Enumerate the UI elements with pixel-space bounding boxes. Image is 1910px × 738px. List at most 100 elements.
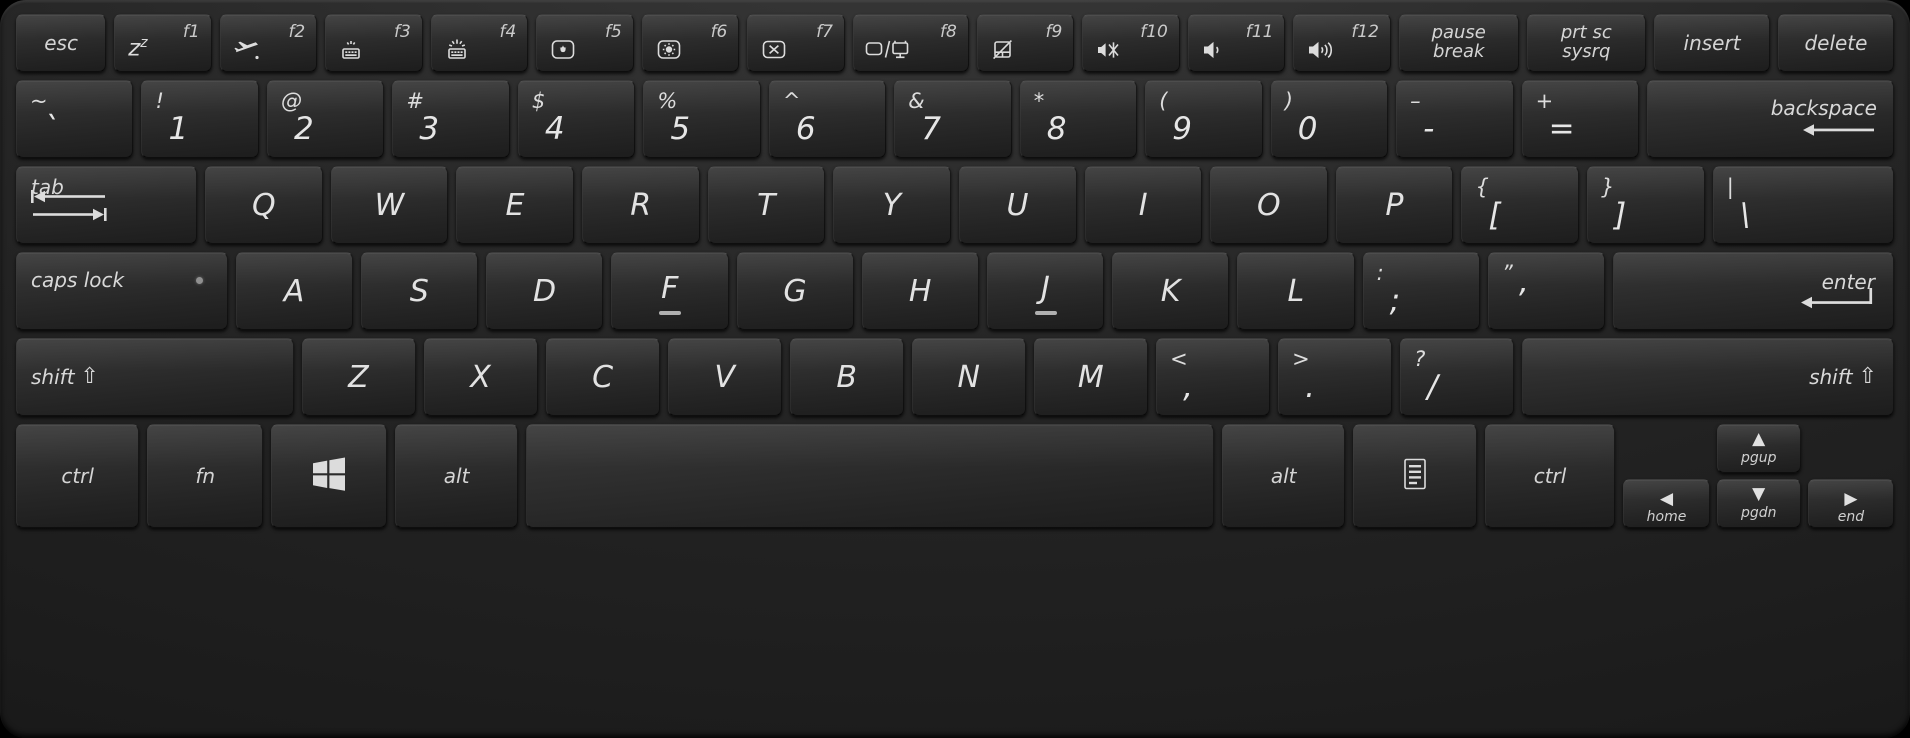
key-delete[interactable]: delete <box>1778 14 1894 72</box>
key-arrow-down[interactable]: ▼ pgdn <box>1716 479 1801 528</box>
key-backtick[interactable]: ~ ` <box>16 80 134 158</box>
key-esc[interactable]: esc <box>16 14 107 72</box>
key-r[interactable]: R <box>582 166 700 244</box>
bottom-row: ctrl fn alt alt ctrl ◀ home ▲ pgup ▼ pgd… <box>16 424 1895 528</box>
key-enter[interactable]: enter <box>1613 252 1894 330</box>
key-arrow-down-label: pgdn <box>1740 505 1777 521</box>
key-f10-fn-label: f10 <box>1140 22 1168 42</box>
key-9[interactable]: ( 9 <box>1145 80 1263 158</box>
key-3[interactable]: # 3 <box>392 80 510 158</box>
key-semicolon[interactable]: : ; <box>1362 252 1480 330</box>
key-backspace-label: backspace <box>1771 97 1877 119</box>
key-period[interactable]: > . <box>1278 338 1393 416</box>
key-4-shift: $ <box>531 89 546 113</box>
key-left-bracket[interactable]: { [ <box>1461 166 1580 244</box>
key-s[interactable]: S <box>360 252 479 330</box>
key-f1[interactable]: f1 zz <box>114 14 212 72</box>
key-1[interactable]: ! 1 <box>141 80 259 158</box>
key-x[interactable]: X <box>423 338 538 416</box>
key-j[interactable]: J <box>987 252 1105 330</box>
key-k-label: K <box>1160 273 1181 309</box>
key-4[interactable]: $ 4 <box>517 80 636 158</box>
key-m[interactable]: M <box>1034 338 1149 416</box>
key-d[interactable]: D <box>486 252 604 330</box>
key-arrow-up[interactable]: ▲ pgup <box>1716 424 1801 473</box>
key-right-bracket[interactable]: } ] <box>1587 166 1705 244</box>
key-f8[interactable]: f8 <box>852 14 969 72</box>
key-l[interactable]: L <box>1237 252 1355 330</box>
key-pause-break[interactable]: pause break <box>1398 14 1519 72</box>
sleep-zz-icon: zz <box>128 35 148 62</box>
key-f9[interactable]: f9 <box>976 14 1075 72</box>
key-w[interactable]: W <box>330 166 449 244</box>
key-2-shift: @ <box>280 89 302 113</box>
key-f4[interactable]: f4 <box>430 14 529 72</box>
volume-mute-icon <box>1096 39 1122 61</box>
key-f6[interactable]: f6 <box>641 14 740 72</box>
key-f2[interactable]: f2 <box>219 14 318 72</box>
key-z[interactable]: Z <box>301 338 416 416</box>
key-fn[interactable]: fn <box>147 424 264 528</box>
key-backspace[interactable]: backspace <box>1647 80 1894 158</box>
key-n[interactable]: N <box>911 338 1027 416</box>
key-9-base: 9 <box>1172 111 1192 147</box>
key-equals[interactable]: + = <box>1521 80 1640 158</box>
key-8[interactable]: * 8 <box>1019 80 1138 158</box>
key-tab[interactable]: tab <box>16 166 198 244</box>
key-right-shift[interactable]: shift ⇧ <box>1522 338 1895 416</box>
key-minus[interactable]: – - <box>1396 80 1514 158</box>
key-a[interactable]: A <box>235 252 353 330</box>
key-f12[interactable]: f12 <box>1293 14 1391 72</box>
key-f10[interactable]: f10 <box>1082 14 1180 72</box>
key-e[interactable]: E <box>456 166 575 244</box>
key-2[interactable]: @ 2 <box>266 80 385 158</box>
key-o[interactable]: O <box>1210 166 1328 244</box>
key-prtsc-sysrq-label: prt sc sysrq <box>1561 23 1612 62</box>
key-f7[interactable]: f7 <box>747 14 845 72</box>
key-q[interactable]: Q <box>205 166 323 244</box>
key-v[interactable]: V <box>667 338 782 416</box>
key-y[interactable]: Y <box>833 166 951 244</box>
key-t-label: T <box>757 187 776 223</box>
key-arrow-right[interactable]: ▶ end <box>1807 479 1895 528</box>
key-b[interactable]: B <box>789 338 904 416</box>
key-space[interactable] <box>526 424 1215 528</box>
key-8-base: 8 <box>1046 111 1067 147</box>
key-insert[interactable]: insert <box>1654 14 1770 72</box>
key-prtsc-sysrq[interactable]: prt sc sysrq <box>1526 14 1647 72</box>
key-w-label: W <box>374 187 405 223</box>
key-f11[interactable]: f11 <box>1187 14 1286 72</box>
key-f[interactable]: F <box>611 252 729 330</box>
key-right-alt[interactable]: alt <box>1222 424 1346 528</box>
key-left-ctrl[interactable]: ctrl <box>16 424 140 528</box>
key-f3[interactable]: f3 <box>325 14 423 72</box>
key-caps-lock[interactable]: caps lock <box>16 252 228 330</box>
key-g[interactable]: G <box>736 252 854 330</box>
key-comma[interactable]: < , <box>1156 338 1271 416</box>
key-p[interactable]: P <box>1335 166 1454 244</box>
key-quote[interactable]: ” ’ <box>1487 252 1606 330</box>
key-context-menu[interactable] <box>1353 424 1477 528</box>
key-slash-base: / <box>1427 369 1438 405</box>
key-left-alt[interactable]: alt <box>394 424 519 528</box>
key-arrow-left[interactable]: ◀ home <box>1623 479 1710 528</box>
key-v-label: V <box>714 359 736 395</box>
key-u[interactable]: U <box>958 166 1077 244</box>
key-7[interactable]: & 7 <box>894 80 1012 158</box>
key-6[interactable]: ^ 6 <box>768 80 887 158</box>
key-right-ctrl[interactable]: ctrl <box>1484 424 1616 528</box>
key-slash[interactable]: ? / <box>1400 338 1515 416</box>
key-h[interactable]: H <box>861 252 980 330</box>
key-left-shift[interactable]: shift ⇧ <box>16 338 294 416</box>
key-k[interactable]: K <box>1112 252 1230 330</box>
key-t[interactable]: T <box>707 166 826 244</box>
key-0[interactable]: ) 0 <box>1270 80 1389 158</box>
key-1-base: 1 <box>168 111 189 147</box>
key-i[interactable]: I <box>1084 166 1203 244</box>
key-windows[interactable] <box>271 424 387 528</box>
key-backslash[interactable]: | \ <box>1712 166 1894 244</box>
key-f5[interactable]: f5 <box>536 14 634 72</box>
key-5[interactable]: % 5 <box>643 80 761 158</box>
key-c[interactable]: C <box>545 338 660 416</box>
key-right-bracket-base: ] <box>1614 197 1627 233</box>
